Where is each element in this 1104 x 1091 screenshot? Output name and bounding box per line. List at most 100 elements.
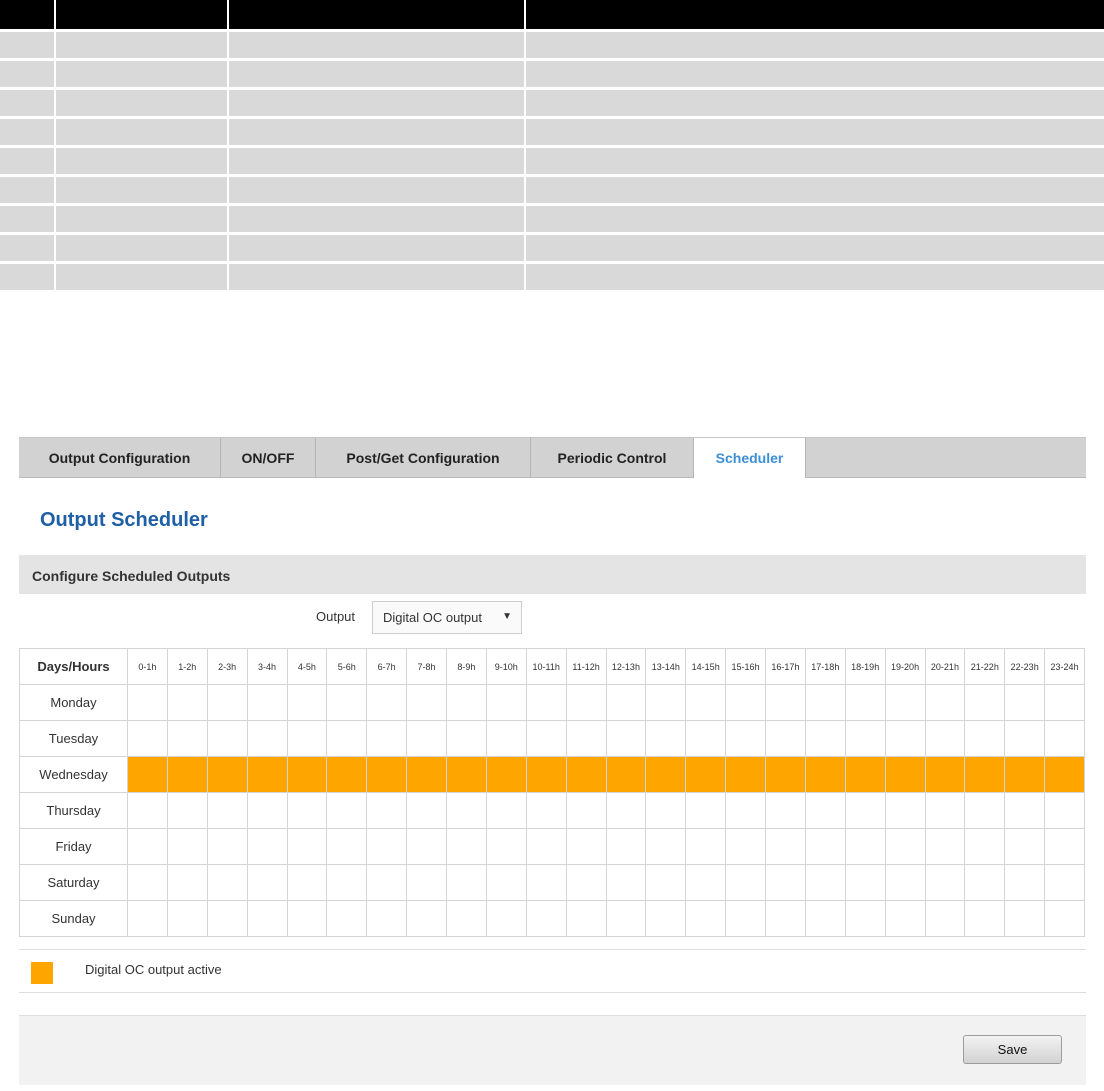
schedule-cell[interactable] (166, 756, 208, 793)
schedule-cell[interactable] (1004, 792, 1046, 829)
schedule-cell[interactable] (485, 792, 527, 829)
schedule-cell[interactable] (565, 756, 607, 793)
schedule-cell[interactable] (485, 684, 527, 721)
schedule-cell[interactable] (485, 756, 527, 793)
schedule-cell[interactable] (725, 900, 766, 937)
schedule-cell[interactable] (127, 864, 168, 901)
schedule-cell[interactable] (765, 756, 806, 793)
schedule-cell[interactable] (844, 684, 886, 721)
schedule-cell[interactable] (525, 792, 567, 829)
schedule-cell[interactable] (366, 828, 408, 865)
schedule-cell[interactable] (964, 864, 1006, 901)
schedule-cell[interactable] (485, 864, 527, 901)
schedule-cell[interactable] (366, 684, 408, 721)
tab-post-get-configuration[interactable]: Post/Get Configuration (316, 438, 531, 478)
schedule-cell[interactable] (206, 720, 248, 757)
schedule-cell[interactable] (605, 828, 647, 865)
schedule-cell[interactable] (525, 864, 567, 901)
schedule-cell[interactable] (286, 792, 328, 829)
schedule-cell[interactable] (725, 720, 766, 757)
tab-scheduler[interactable]: Scheduler (694, 437, 806, 478)
schedule-cell[interactable] (765, 720, 806, 757)
schedule-cell[interactable] (725, 828, 766, 865)
schedule-cell[interactable] (166, 684, 208, 721)
schedule-cell[interactable] (844, 756, 886, 793)
schedule-cell[interactable] (166, 900, 208, 937)
schedule-cell[interactable] (884, 864, 926, 901)
schedule-cell[interactable] (645, 828, 687, 865)
schedule-cell[interactable] (645, 864, 687, 901)
schedule-cell[interactable] (685, 828, 727, 865)
schedule-cell[interactable] (326, 828, 368, 865)
schedule-cell[interactable] (1044, 756, 1085, 793)
schedule-cell[interactable] (1044, 864, 1085, 901)
schedule-cell[interactable] (406, 684, 447, 721)
schedule-cell[interactable] (127, 756, 168, 793)
schedule-cell[interactable] (166, 720, 208, 757)
schedule-cell[interactable] (525, 756, 567, 793)
schedule-cell[interactable] (525, 900, 567, 937)
schedule-cell[interactable] (605, 720, 647, 757)
schedule-cell[interactable] (166, 828, 208, 865)
schedule-cell[interactable] (326, 720, 368, 757)
schedule-cell[interactable] (605, 684, 647, 721)
schedule-cell[interactable] (565, 864, 607, 901)
schedule-cell[interactable] (286, 684, 328, 721)
schedule-cell[interactable] (246, 792, 288, 829)
schedule-cell[interactable] (366, 900, 408, 937)
schedule-cell[interactable] (1004, 828, 1046, 865)
schedule-cell[interactable] (485, 828, 527, 865)
schedule-cell[interactable] (884, 756, 926, 793)
schedule-cell[interactable] (485, 900, 527, 937)
schedule-cell[interactable] (1044, 792, 1085, 829)
schedule-cell[interactable] (804, 864, 846, 901)
schedule-cell[interactable] (605, 792, 647, 829)
schedule-cell[interactable] (326, 756, 368, 793)
schedule-cell[interactable] (446, 900, 487, 937)
schedule-cell[interactable] (765, 792, 806, 829)
schedule-cell[interactable] (565, 684, 607, 721)
schedule-cell[interactable] (446, 792, 487, 829)
schedule-cell[interactable] (844, 900, 886, 937)
schedule-cell[interactable] (1004, 720, 1046, 757)
schedule-cell[interactable] (246, 720, 288, 757)
schedule-cell[interactable] (964, 900, 1006, 937)
schedule-cell[interactable] (804, 828, 846, 865)
schedule-cell[interactable] (406, 900, 447, 937)
schedule-cell[interactable] (605, 756, 647, 793)
schedule-cell[interactable] (765, 864, 806, 901)
schedule-cell[interactable] (366, 756, 408, 793)
schedule-cell[interactable] (765, 828, 806, 865)
schedule-cell[interactable] (406, 864, 447, 901)
schedule-cell[interactable] (127, 792, 168, 829)
schedule-cell[interactable] (884, 900, 926, 937)
schedule-cell[interactable] (725, 792, 766, 829)
schedule-cell[interactable] (446, 756, 487, 793)
schedule-cell[interactable] (246, 828, 288, 865)
schedule-cell[interactable] (924, 684, 966, 721)
schedule-cell[interactable] (326, 684, 368, 721)
schedule-cell[interactable] (725, 864, 766, 901)
schedule-cell[interactable] (844, 864, 886, 901)
schedule-cell[interactable] (605, 900, 647, 937)
schedule-cell[interactable] (844, 828, 886, 865)
schedule-cell[interactable] (1044, 684, 1085, 721)
schedule-cell[interactable] (246, 900, 288, 937)
schedule-cell[interactable] (406, 792, 447, 829)
schedule-cell[interactable] (286, 864, 328, 901)
schedule-cell[interactable] (446, 720, 487, 757)
schedule-cell[interactable] (964, 828, 1006, 865)
schedule-cell[interactable] (326, 900, 368, 937)
schedule-cell[interactable] (804, 720, 846, 757)
schedule-cell[interactable] (446, 828, 487, 865)
schedule-cell[interactable] (166, 864, 208, 901)
schedule-cell[interactable] (804, 756, 846, 793)
schedule-cell[interactable] (765, 900, 806, 937)
tab-on-off[interactable]: ON/OFF (221, 438, 316, 478)
schedule-cell[interactable] (366, 720, 408, 757)
schedule-cell[interactable] (645, 900, 687, 937)
schedule-cell[interactable] (924, 864, 966, 901)
schedule-cell[interactable] (446, 684, 487, 721)
schedule-cell[interactable] (685, 756, 727, 793)
schedule-cell[interactable] (1004, 900, 1046, 937)
